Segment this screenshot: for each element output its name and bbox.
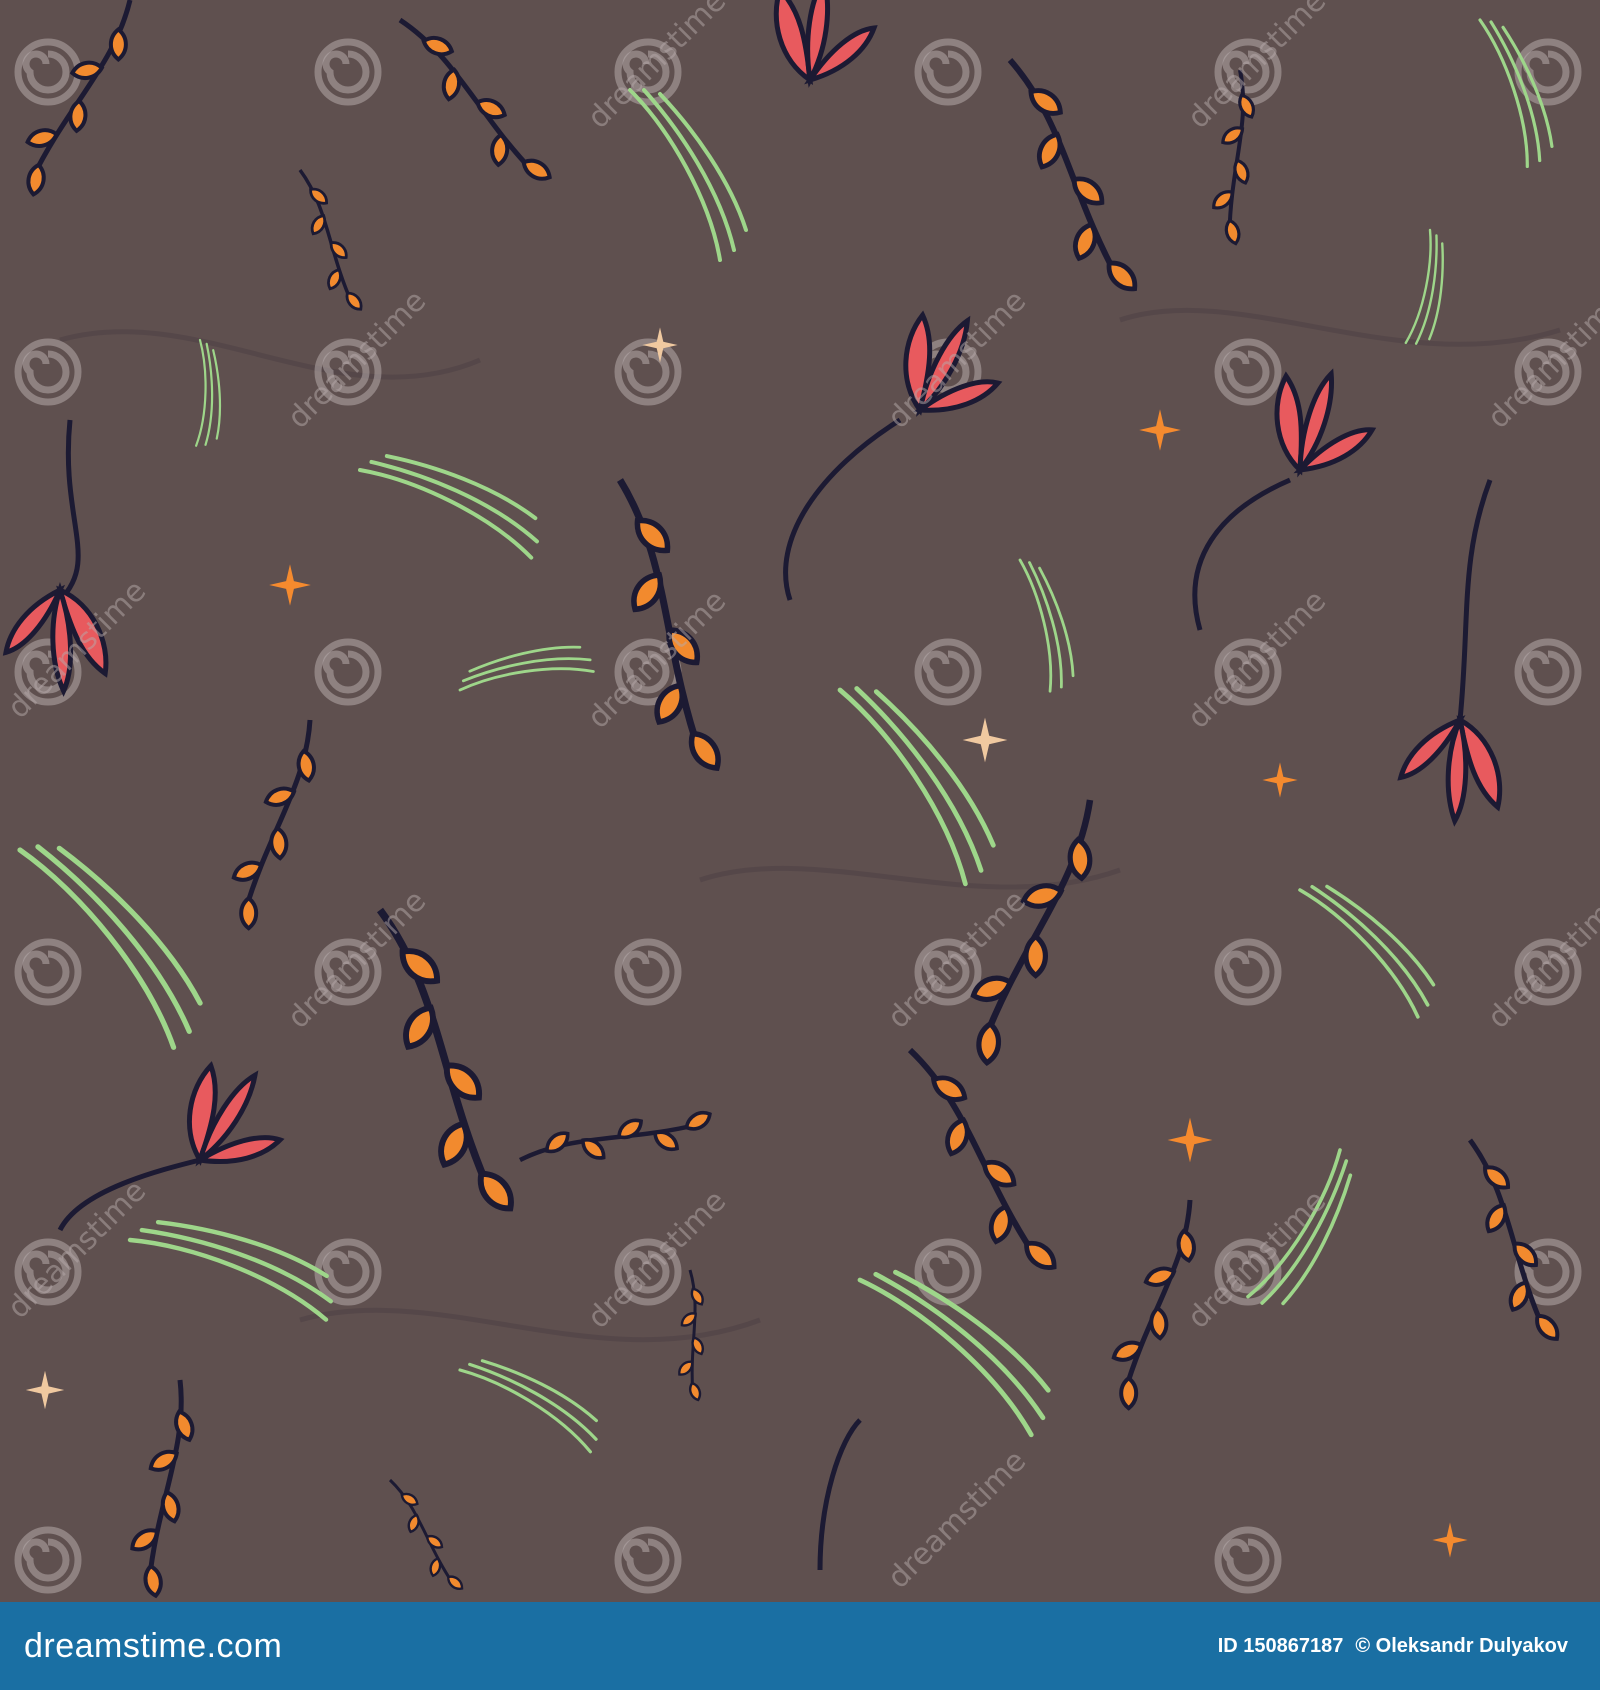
orange-vines <box>0 0 1564 1602</box>
watermark-footer: dreamstime.com ID 150867187 © Oleksandr … <box>0 1602 1600 1690</box>
svg-text:dreamstime: dreamstime <box>881 883 1033 1035</box>
floral-pattern: dreamstime dreamstime dreamstime dreamst… <box>0 0 1600 1602</box>
svg-text:dreamstime: dreamstime <box>1181 583 1333 735</box>
author-name: © Oleksandr Dulyakov <box>1355 1634 1568 1657</box>
svg-text:dreamstime: dreamstime <box>1181 0 1333 136</box>
svg-text:dreamstime: dreamstime <box>581 1183 733 1335</box>
grass-strokes <box>20 18 1573 1490</box>
svg-text:dreamstime: dreamstime <box>581 0 733 136</box>
svg-text:dreamstime: dreamstime <box>1181 1183 1333 1335</box>
brand-name: dreamstime.com <box>24 1626 283 1665</box>
red-flowers <box>0 0 1502 1571</box>
watermark-spirals <box>18 42 1578 1590</box>
svg-text:dreamstime: dreamstime <box>881 1443 1033 1595</box>
watermark-text: dreamstime dreamstime dreamstime dreamst… <box>1 0 1600 1596</box>
svg-text:dreamstime: dreamstime <box>1481 283 1600 435</box>
image-credit: ID 150867187 © Oleksandr Dulyakov <box>1218 1635 1568 1658</box>
svg-text:dreamstime: dreamstime <box>1481 883 1600 1035</box>
image-id: ID 150867187 <box>1217 1634 1344 1657</box>
